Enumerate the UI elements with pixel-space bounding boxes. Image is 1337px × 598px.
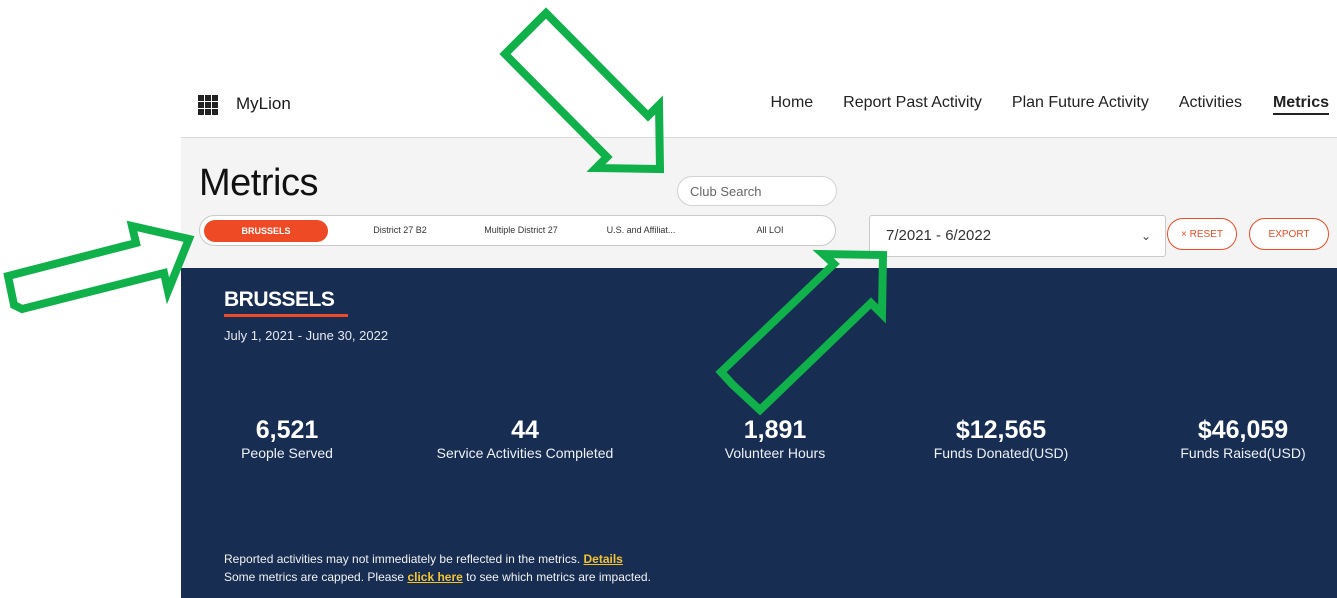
- scope-tab-multiple-district[interactable]: Multiple District 27: [466, 216, 576, 245]
- scope-tab-all-loi[interactable]: All LOI: [730, 216, 810, 245]
- reset-button[interactable]: × RESET: [1167, 218, 1237, 250]
- stat-volunteer-hours: 1,891 Volunteer Hours: [705, 416, 845, 462]
- note-text-before: Some metrics are capped. Please: [224, 570, 405, 584]
- stat-people-served: 6,521 People Served: [217, 416, 357, 462]
- nav-report-past-activity[interactable]: Report Past Activity: [843, 94, 982, 115]
- stat-label: People Served: [241, 445, 333, 461]
- nav-home[interactable]: Home: [770, 94, 813, 115]
- stat-value: $12,565: [955, 416, 1047, 444]
- stat-value: 44: [511, 416, 539, 444]
- metrics-capped-note: Some metrics are capped. Please click he…: [224, 570, 651, 584]
- stat-label: Funds Donated(USD): [933, 445, 1069, 461]
- nav-metrics[interactable]: Metrics: [1272, 94, 1329, 115]
- scope-tab-us-affiliates[interactable]: U.S. and Affiliat...: [586, 216, 696, 245]
- club-name-underline: [224, 314, 348, 317]
- club-search-input[interactable]: [677, 176, 837, 206]
- stat-value: 6,521: [255, 416, 319, 444]
- page-title: Metrics: [199, 162, 318, 204]
- stat-service-activities: 44 Service Activities Completed: [425, 416, 625, 462]
- chevron-down-icon: ⌄: [1140, 229, 1151, 243]
- stat-value: 1,891: [743, 416, 807, 444]
- scope-tab-brussels[interactable]: BRUSSELS: [204, 220, 328, 242]
- stat-value: $46,059: [1197, 416, 1289, 444]
- stat-label: Service Activities Completed: [436, 445, 614, 461]
- app-grid-icon[interactable]: [198, 95, 218, 115]
- period-select[interactable]: 7/2021 - 6/2022 ⌄: [869, 215, 1166, 257]
- main-nav: Home Report Past Activity Plan Future Ac…: [770, 94, 1329, 115]
- export-button[interactable]: EXPORT: [1249, 218, 1329, 250]
- nav-plan-future-activity[interactable]: Plan Future Activity: [1012, 94, 1149, 115]
- stat-funds-donated: $12,565 Funds Donated(USD): [916, 416, 1086, 462]
- note-text-after: to see which metrics are impacted.: [466, 570, 651, 584]
- stat-funds-raised: $46,059 Funds Raised(USD): [1163, 416, 1323, 462]
- club-period: July 1, 2021 - June 30, 2022: [224, 328, 389, 343]
- note-text: Reported activities may not immediately …: [224, 552, 581, 566]
- click-here-link[interactable]: click here: [407, 570, 462, 584]
- filters-section: Metrics BRUSSELS District 27 B2 Multiple…: [181, 138, 1337, 268]
- scope-selector: BRUSSELS District 27 B2 Multiple Distric…: [199, 215, 836, 246]
- nav-activities[interactable]: Activities: [1179, 94, 1242, 115]
- metrics-panel: BRUSSELS July 1, 2021 - June 30, 2022 6,…: [181, 268, 1337, 598]
- club-name: BRUSSELS: [224, 288, 335, 311]
- stat-label: Volunteer Hours: [724, 445, 826, 461]
- scope-tab-district[interactable]: District 27 B2: [350, 216, 450, 245]
- app-frame: MyLion Home Report Past Activity Plan Fu…: [181, 70, 1337, 598]
- top-navigation-bar: MyLion Home Report Past Activity Plan Fu…: [181, 70, 1337, 138]
- details-link[interactable]: Details: [584, 552, 623, 566]
- arrow-up-right-icon: [3, 220, 195, 314]
- stat-label: Funds Raised(USD): [1180, 445, 1306, 461]
- app-name[interactable]: MyLion: [236, 94, 291, 114]
- period-selected-value: 7/2021 - 6/2022: [886, 227, 992, 244]
- metrics-delay-note: Reported activities may not immediately …: [224, 552, 623, 566]
